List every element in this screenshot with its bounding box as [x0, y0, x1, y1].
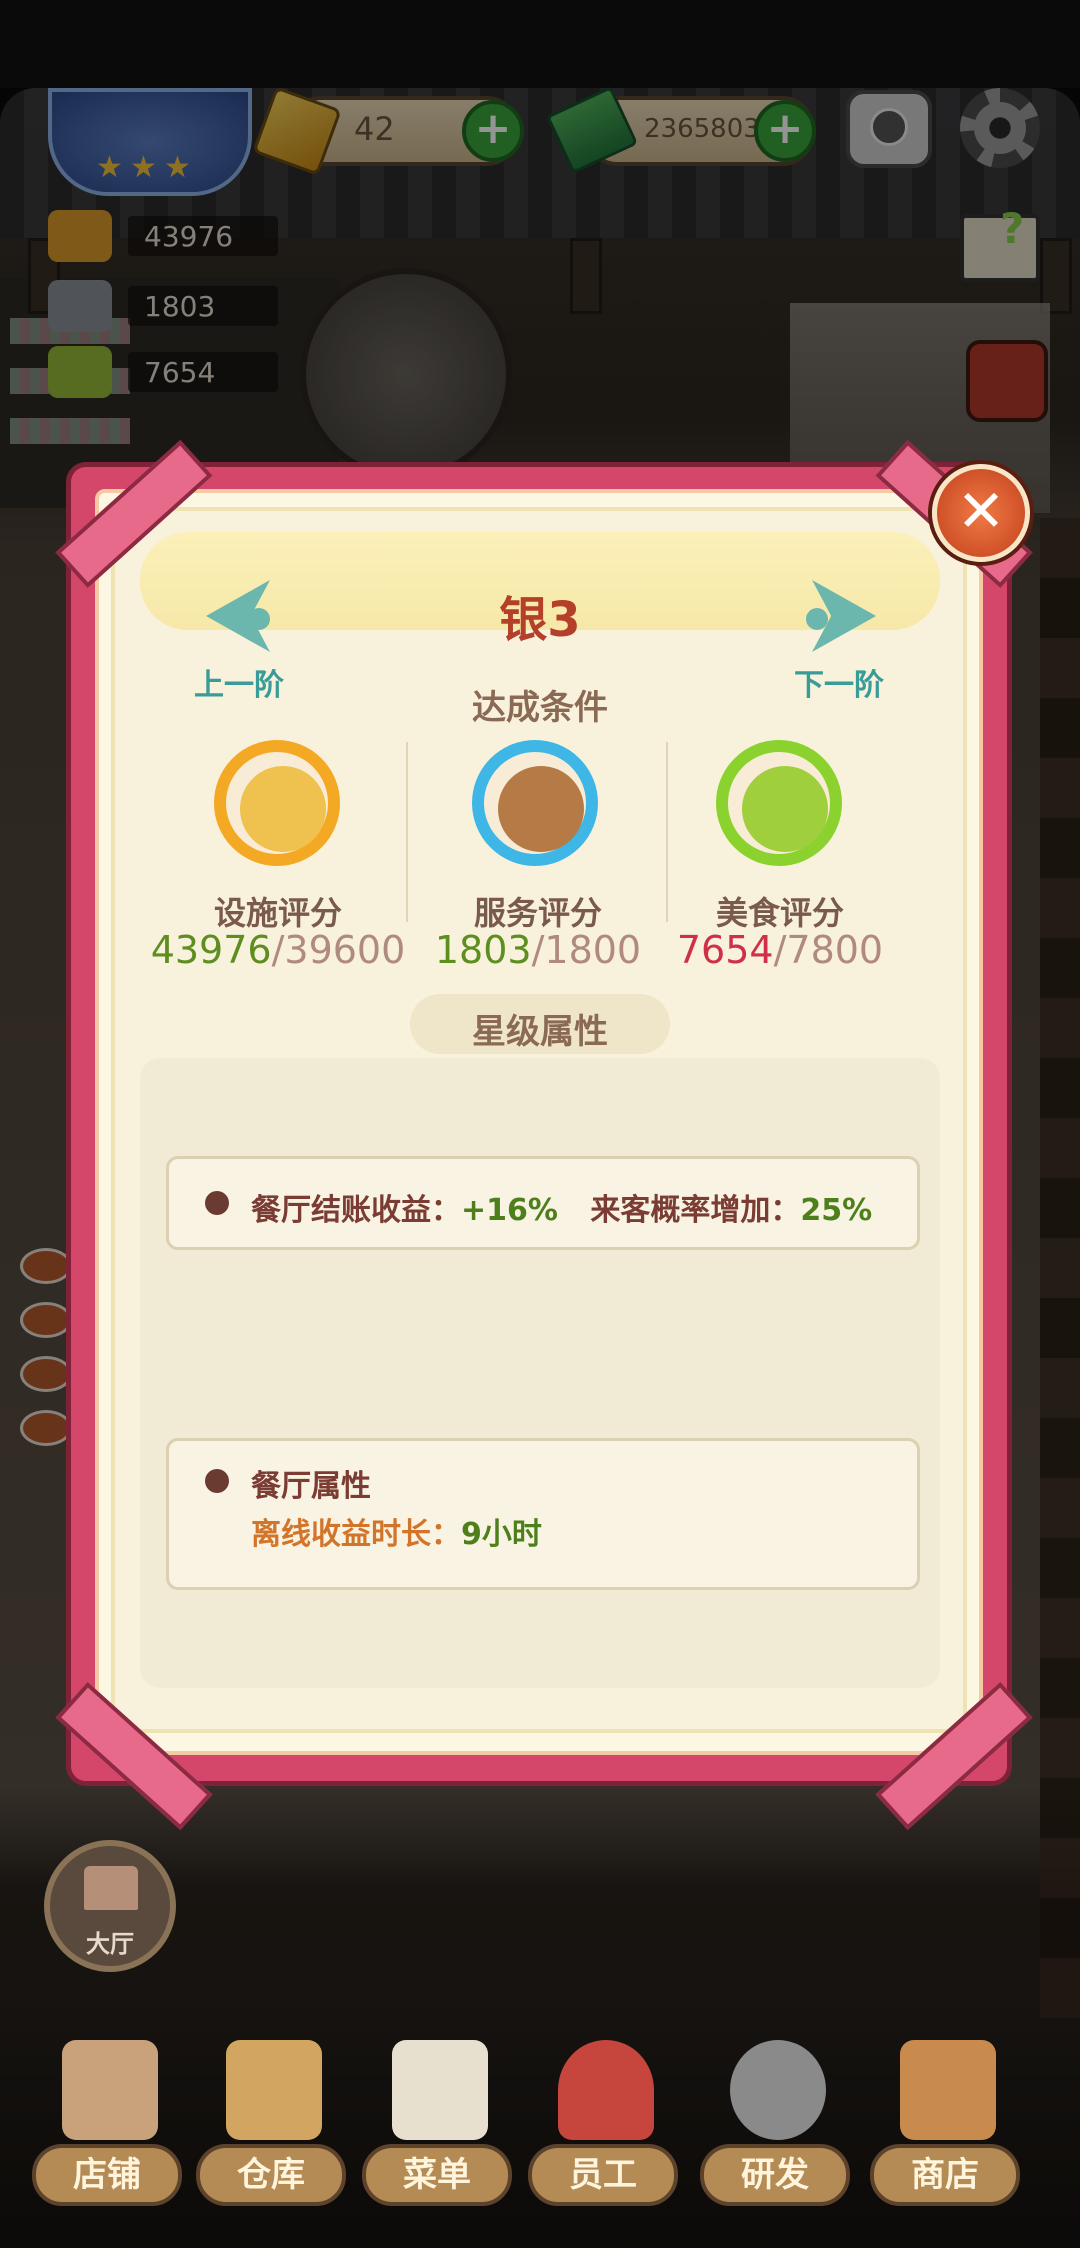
hall-label: 大厅 [86, 1930, 134, 1958]
serving-cloche-icon [498, 766, 584, 852]
tab-staff[interactable]: 员工 [528, 2040, 678, 2230]
tab-shop[interactable]: 店铺 [32, 2040, 182, 2230]
close-button[interactable]: ✕ [932, 464, 1030, 562]
bullet-icon [205, 1469, 229, 1493]
requirements-header: 达成条件 [472, 688, 608, 728]
bonus-card: 餐厅结账收益：+16% 来客概率增加：25% [166, 1156, 920, 1250]
tab-warehouse[interactable]: 仓库 [196, 2040, 346, 2230]
offline-income-line: 离线收益时长：9小时 [251, 1517, 542, 1552]
bullet-icon [205, 1191, 229, 1215]
tab-menu[interactable]: 菜单 [362, 2040, 512, 2230]
crate-icon [226, 2040, 322, 2140]
rank-title: 银3 [499, 592, 581, 648]
attributes-area [140, 1058, 940, 1688]
storefront-icon [62, 2040, 158, 2140]
recipe-book-icon [742, 766, 828, 852]
arrow-dot [806, 608, 828, 630]
tab-store[interactable]: 商店 [870, 2040, 1020, 2230]
market-stall-icon [900, 2040, 996, 2140]
clipboard-icon [392, 2040, 488, 2140]
star-attributes-header: 星级属性 [472, 1012, 608, 1052]
restaurant-attributes-header: 餐厅属性 [251, 1469, 371, 1504]
waitress-icon [558, 2040, 654, 2140]
facility-score: 43976/39600 [150, 928, 406, 972]
service-ring [472, 740, 598, 866]
facility-ring [214, 740, 340, 866]
food-ring [716, 740, 842, 866]
bonus-line: 餐厅结账收益：+16% 来客概率增加：25% [251, 1193, 873, 1228]
stove-icon [240, 766, 326, 852]
food-score: 7654/7800 [676, 928, 884, 972]
house-icon [84, 1866, 138, 1910]
tab-research[interactable]: 研发 [700, 2040, 850, 2230]
wok-icon [730, 2040, 826, 2140]
arrow-dot [248, 608, 270, 630]
restaurant-attributes-card: 餐厅属性 离线收益时长：9小时 [166, 1438, 920, 1590]
